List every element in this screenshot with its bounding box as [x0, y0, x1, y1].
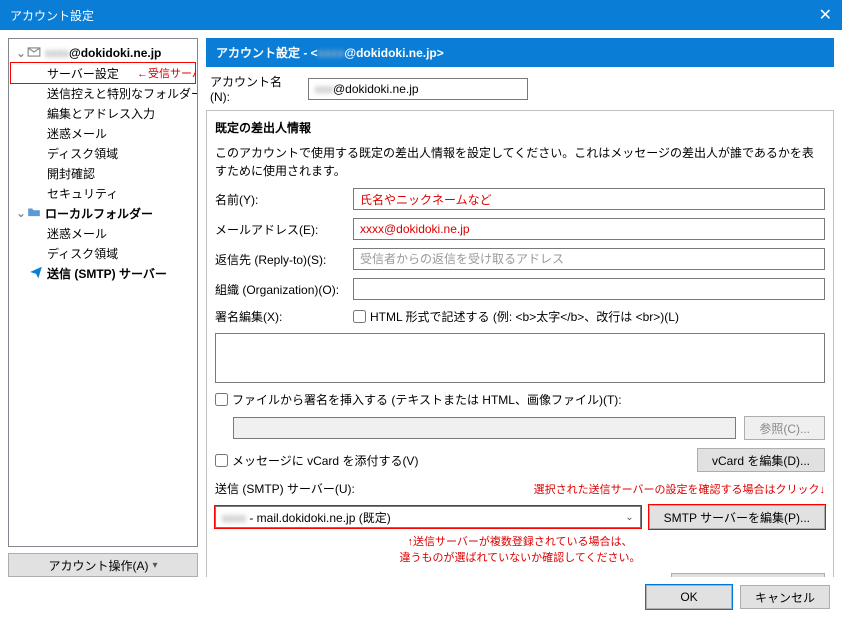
tree-item-local-junk[interactable]: 迷惑メール [11, 223, 195, 243]
reply-label: 返信先 (Reply-to)(S): [215, 251, 345, 268]
html-signature-checkbox[interactable]: HTML 形式で記述する (例: <b>太字</b>、改行は <br>)(L) [353, 308, 679, 325]
edit-vcard-button[interactable]: vCard を編集(D)... [697, 448, 825, 472]
tree-item-security[interactable]: セキュリティ [11, 183, 195, 203]
tree-item-copies[interactable]: 送信控えと特別なフォルダー [11, 83, 195, 103]
chevron-down-icon[interactable]: ⌄ [15, 206, 27, 220]
org-label: 組織 (Organization)(O): [215, 281, 345, 298]
chevron-down-icon: ⌄ [625, 512, 633, 523]
signature-file-input [233, 417, 736, 439]
account-name-label: アカウント名(N): [210, 73, 300, 104]
folder-icon [27, 205, 41, 222]
close-icon[interactable]: ✕ [819, 5, 832, 25]
smtp-select[interactable]: xxxx - mail.dokidoki.ne.jp (既定) ⌄ [215, 506, 641, 528]
vcard-checkbox[interactable]: メッセージに vCard を添付する(V) [215, 452, 418, 469]
email-input[interactable] [353, 218, 825, 240]
ok-button[interactable]: OK [646, 585, 732, 609]
sidebar: ⌄ xxxx@dokidoki.ne.jp サーバー設定 ←受信サーバーの設定確… [8, 38, 198, 577]
reply-input[interactable] [353, 248, 825, 270]
tree-item-compose[interactable]: 編集とアドレス入力 [11, 103, 195, 123]
smtp-label: 送信 (SMTP) サーバー(U): [215, 480, 355, 497]
file-signature-checkbox[interactable]: ファイルから署名を挿入する (テキストまたは HTML、画像ファイル)(T): [215, 391, 825, 408]
titlebar: アカウント設定 ✕ [0, 0, 842, 30]
chevron-down-icon: ▾ [152, 560, 157, 571]
account-name-field[interactable]: xxx@dokidoki.ne.jp [308, 78, 528, 100]
section-description: このアカウントで使用する既定の差出人情報を設定してください。これはメッセージの差… [215, 144, 825, 180]
dialog-footer: OK キャンセル [0, 585, 842, 619]
browse-button: 参照(C)... [744, 416, 825, 440]
name-input[interactable] [353, 188, 825, 210]
annotation-server: ←受信サーバーの設定確認をする場合はクリック [137, 65, 198, 81]
mail-icon [27, 45, 41, 62]
tree-account-label: @dokidoki.ne.jp [69, 46, 161, 60]
send-icon [29, 265, 43, 282]
edit-smtp-button[interactable]: SMTP サーバーを編集(P)... [649, 505, 825, 529]
window-title: アカウント設定 [10, 7, 94, 24]
account-operations-button[interactable]: アカウント操作(A) ▾ [8, 553, 198, 577]
content-panel: アカウント設定 - <xxxx@dokidoki.ne.jp> アカウント名(N… [206, 38, 834, 577]
tree-smtp[interactable]: 送信 (SMTP) サーバー [11, 263, 195, 283]
blurred-text: xxxx [45, 46, 69, 60]
tree-account-root[interactable]: ⌄ xxxx@dokidoki.ne.jp [11, 43, 195, 63]
cancel-button[interactable]: キャンセル [740, 585, 830, 609]
tree-smtp-label: 送信 (SMTP) サーバー [47, 265, 167, 282]
tree-item-junk[interactable]: 迷惑メール [11, 123, 195, 143]
signature-label: 署名編集(X): [215, 308, 345, 325]
tree-local-root[interactable]: ⌄ ローカルフォルダー [11, 203, 195, 223]
name-label: 名前(Y): [215, 191, 345, 208]
annotation-smtp-bottom2: 違うものが選ばれていないか確認してください。 [215, 549, 825, 565]
account-tree: ⌄ xxxx@dokidoki.ne.jp サーバー設定 ←受信サーバーの設定確… [8, 38, 198, 547]
manage-identities-button[interactable]: 差出人情報を管理(M)... [671, 573, 825, 577]
annotation-smtp-top: 選択された送信サーバーの設定を確認する場合はクリック↓ [534, 481, 825, 497]
tree-item-receipts[interactable]: 開封確認 [11, 163, 195, 183]
tree-item-local-disk[interactable]: ディスク領域 [11, 243, 195, 263]
signature-textarea[interactable] [215, 333, 825, 383]
tree-local-label: ローカルフォルダー [45, 205, 153, 222]
chevron-down-icon[interactable]: ⌄ [15, 46, 27, 60]
identity-section: 既定の差出人情報 このアカウントで使用する既定の差出人情報を設定してください。こ… [206, 110, 834, 577]
org-input[interactable] [353, 278, 825, 300]
email-label: メールアドレス(E): [215, 221, 345, 238]
blurred-text: xxxx [318, 46, 345, 60]
section-title: 既定の差出人情報 [215, 119, 825, 136]
tree-item-disk[interactable]: ディスク領域 [11, 143, 195, 163]
content-header: アカウント設定 - <xxxx@dokidoki.ne.jp> [206, 38, 834, 67]
annotation-smtp-bottom1: ↑送信サーバーが複数登録されている場合は、 [215, 533, 825, 549]
